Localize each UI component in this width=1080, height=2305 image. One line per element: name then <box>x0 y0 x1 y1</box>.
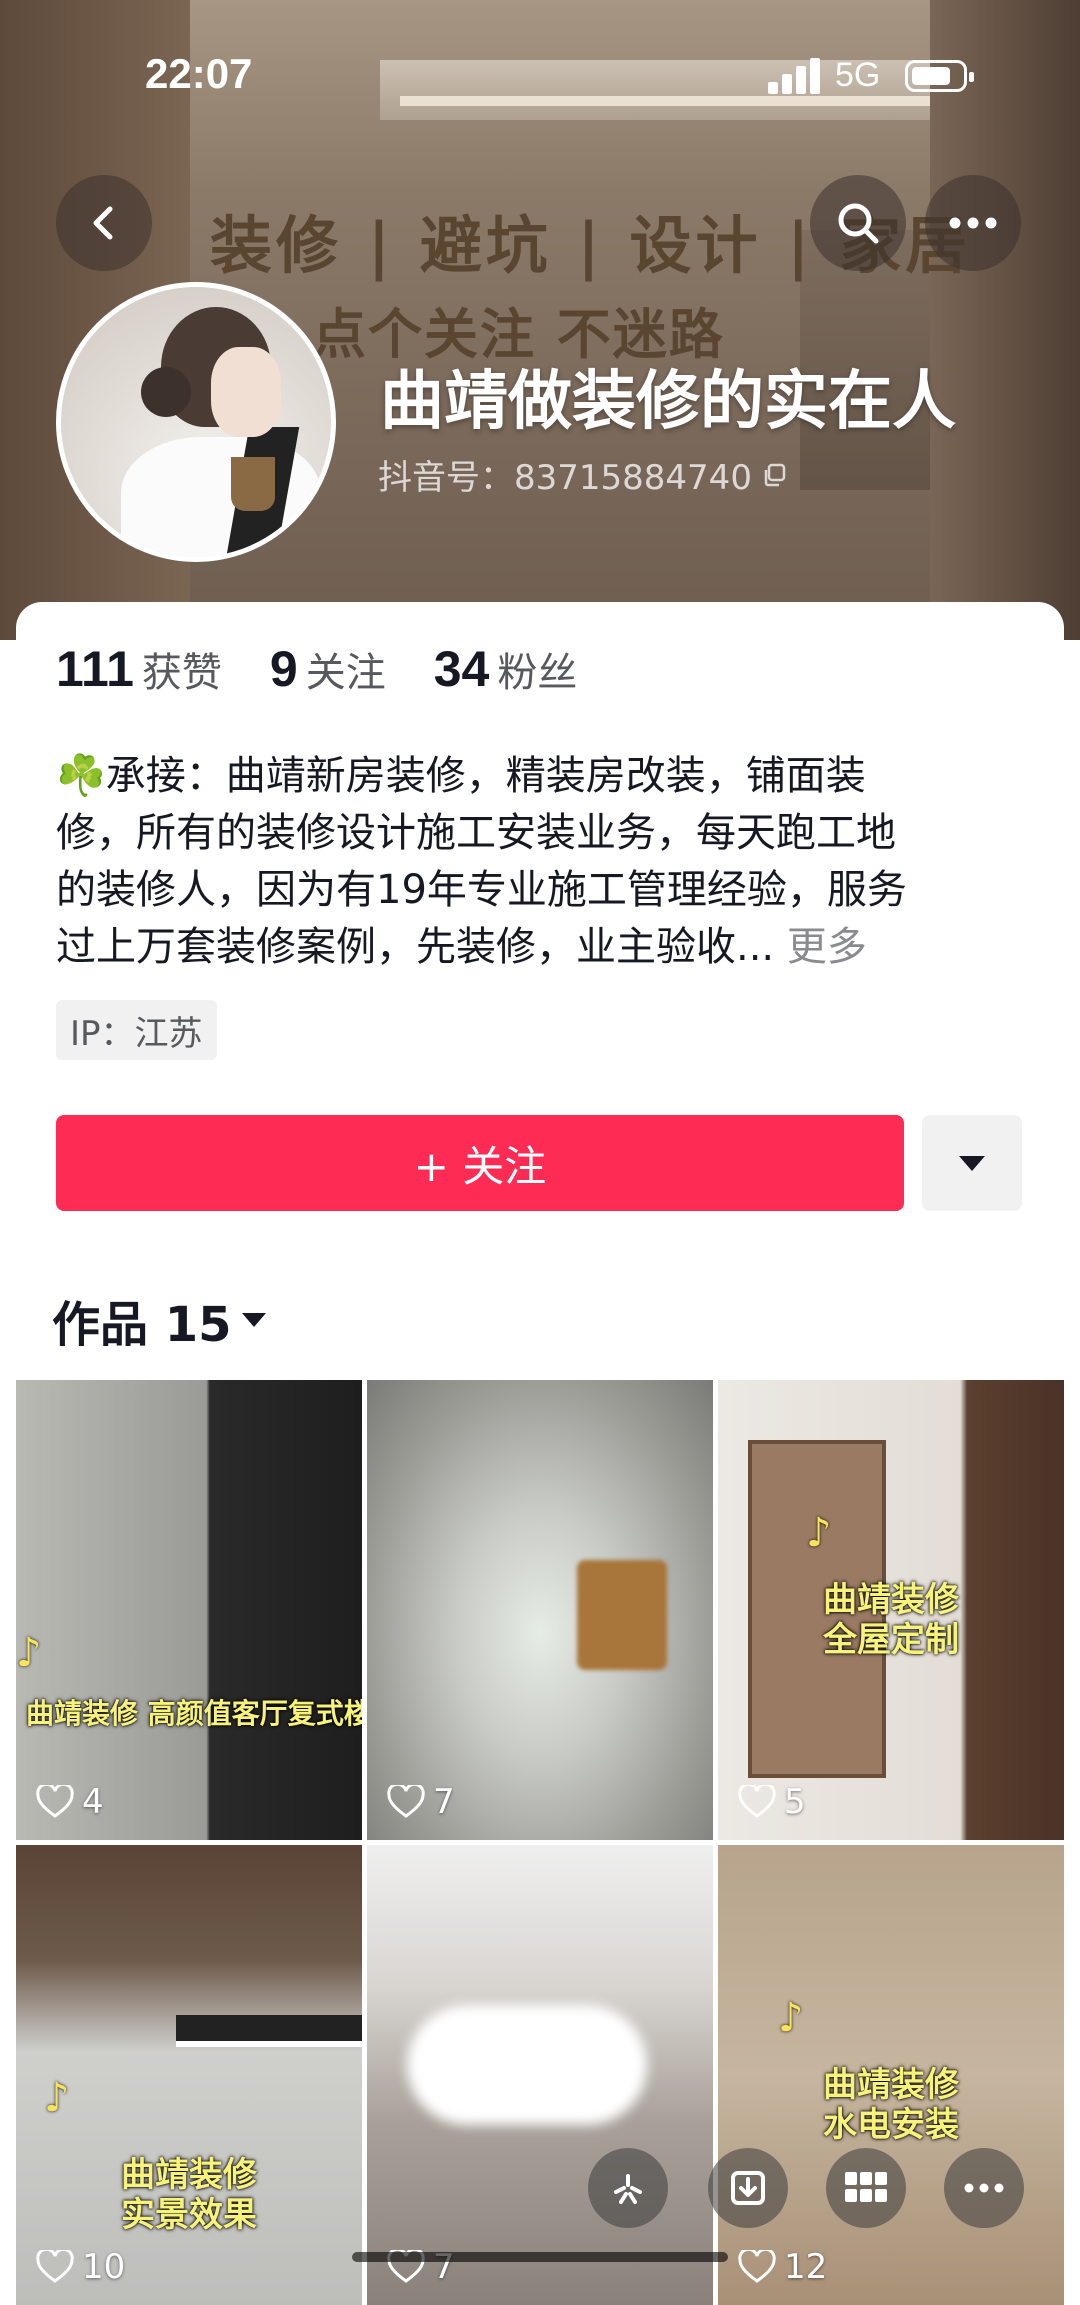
grid-view-button[interactable] <box>826 2148 906 2228</box>
search-icon <box>838 203 879 244</box>
stat-likes[interactable]: 111 获赞 <box>56 640 222 698</box>
profile-nickname: 曲靖做装修的实在人 <box>380 365 956 439</box>
heart-icon <box>387 1785 425 1818</box>
video-likes: 7 <box>387 1782 455 1822</box>
video-tile[interactable]: ♪ 曲靖装修 全屋定制 5 <box>718 1380 1064 1840</box>
caret-down-icon <box>959 1156 985 1171</box>
works-title: 作品 15 <box>52 1297 232 1353</box>
download-button[interactable] <box>708 2148 788 2228</box>
grid-icon <box>845 2172 887 2202</box>
search-button[interactable] <box>810 175 906 271</box>
effects-button[interactable] <box>588 2148 668 2228</box>
download-icon <box>731 2171 765 2205</box>
home-indicator <box>352 2252 728 2262</box>
video-caption: 曲靖装修 水电安装 <box>823 2065 959 2145</box>
avatar[interactable] <box>56 282 336 562</box>
bio-line: 修，所有的装修设计施工安装业务，每天跑工地 <box>56 810 896 856</box>
bio-line: 的装修人，因为有19年专业施工管理经验，服务 <box>56 867 907 913</box>
video-tile[interactable]: ♪ 曲靖装修 水电安装 12 <box>718 1845 1064 2305</box>
battery-icon <box>905 60 974 92</box>
copy-icon <box>764 463 786 486</box>
stat-following[interactable]: 9 关注 <box>270 640 386 698</box>
video-likes: 12 <box>738 2247 827 2287</box>
more-options-button[interactable] <box>944 2148 1024 2228</box>
stat-followers[interactable]: 34 粉丝 <box>434 640 578 698</box>
back-icon <box>93 206 113 240</box>
follow-button[interactable]: + 关注 <box>56 1115 904 1211</box>
heart-icon <box>36 2250 74 2283</box>
more-icon <box>949 217 997 229</box>
sparkle-icon <box>614 2174 642 2204</box>
header-background-panel <box>930 0 1080 640</box>
video-tile[interactable]: ♪ 曲靖装修 高颜值客厅复式楼 4 <box>16 1380 362 1840</box>
profile-bio[interactable]: ☘️承接：曲靖新房装修，精装房改装，铺面装 修，所有的装修设计施工安装业务，每天… <box>56 748 1016 976</box>
ip-location-tag: IP：江苏 <box>56 1000 217 1060</box>
works-grid: ♪ 曲靖装修 高颜值客厅复式楼 4 7 ♪ 曲靖装修 全屋定制 5 ♪ 曲靖装修… <box>16 1380 1064 2305</box>
douyin-id[interactable]: 抖音号：83715884740 <box>378 450 788 499</box>
heart-icon <box>738 1785 776 1818</box>
heart-icon <box>738 2250 776 2283</box>
bio-more-link[interactable]: 更多 <box>787 924 867 970</box>
more-button[interactable] <box>925 175 1021 271</box>
network-type: 5G <box>835 56 881 94</box>
video-likes: 10 <box>36 2247 125 2287</box>
douyin-id-text: 抖音号：83715884740 <box>378 458 752 498</box>
video-likes: 4 <box>36 1782 104 1822</box>
video-caption: 曲靖装修 全屋定制 <box>823 1580 959 1660</box>
works-tab[interactable]: 作品 15 <box>52 1285 268 1355</box>
follow-dropdown-button[interactable] <box>922 1115 1022 1211</box>
video-caption: 曲靖装修 实景效果 <box>121 2155 257 2235</box>
signal-icon <box>768 58 826 94</box>
caret-down-icon <box>241 1313 266 1327</box>
heart-icon <box>36 1785 74 1818</box>
profile-stats: 111 获赞 9 关注 34 粉丝 <box>56 640 577 698</box>
video-tile[interactable]: 7 <box>367 1845 713 2305</box>
header-background-light <box>400 96 980 106</box>
bio-line: ☘️承接：曲靖新房装修，精装房改装，铺面装 <box>56 753 866 799</box>
video-tile[interactable]: ♪ 曲靖装修 实景效果 10 <box>16 1845 362 2305</box>
video-caption: 曲靖装修 高颜值客厅复式楼 <box>26 1697 362 1730</box>
more-icon <box>964 2183 1004 2193</box>
profile-header: 22:07 5G 装修 | 避坑 | 设计 | 家居 点个关注 不迷路 曲靖做装… <box>0 0 1080 640</box>
bio-line: 过上万套装修案例，先装修，业主验收... 更多 <box>56 924 867 970</box>
video-tile[interactable]: 7 <box>367 1380 713 1840</box>
back-button[interactable] <box>56 175 152 271</box>
status-time: 22:07 <box>145 50 253 97</box>
video-likes: 5 <box>738 1782 806 1822</box>
